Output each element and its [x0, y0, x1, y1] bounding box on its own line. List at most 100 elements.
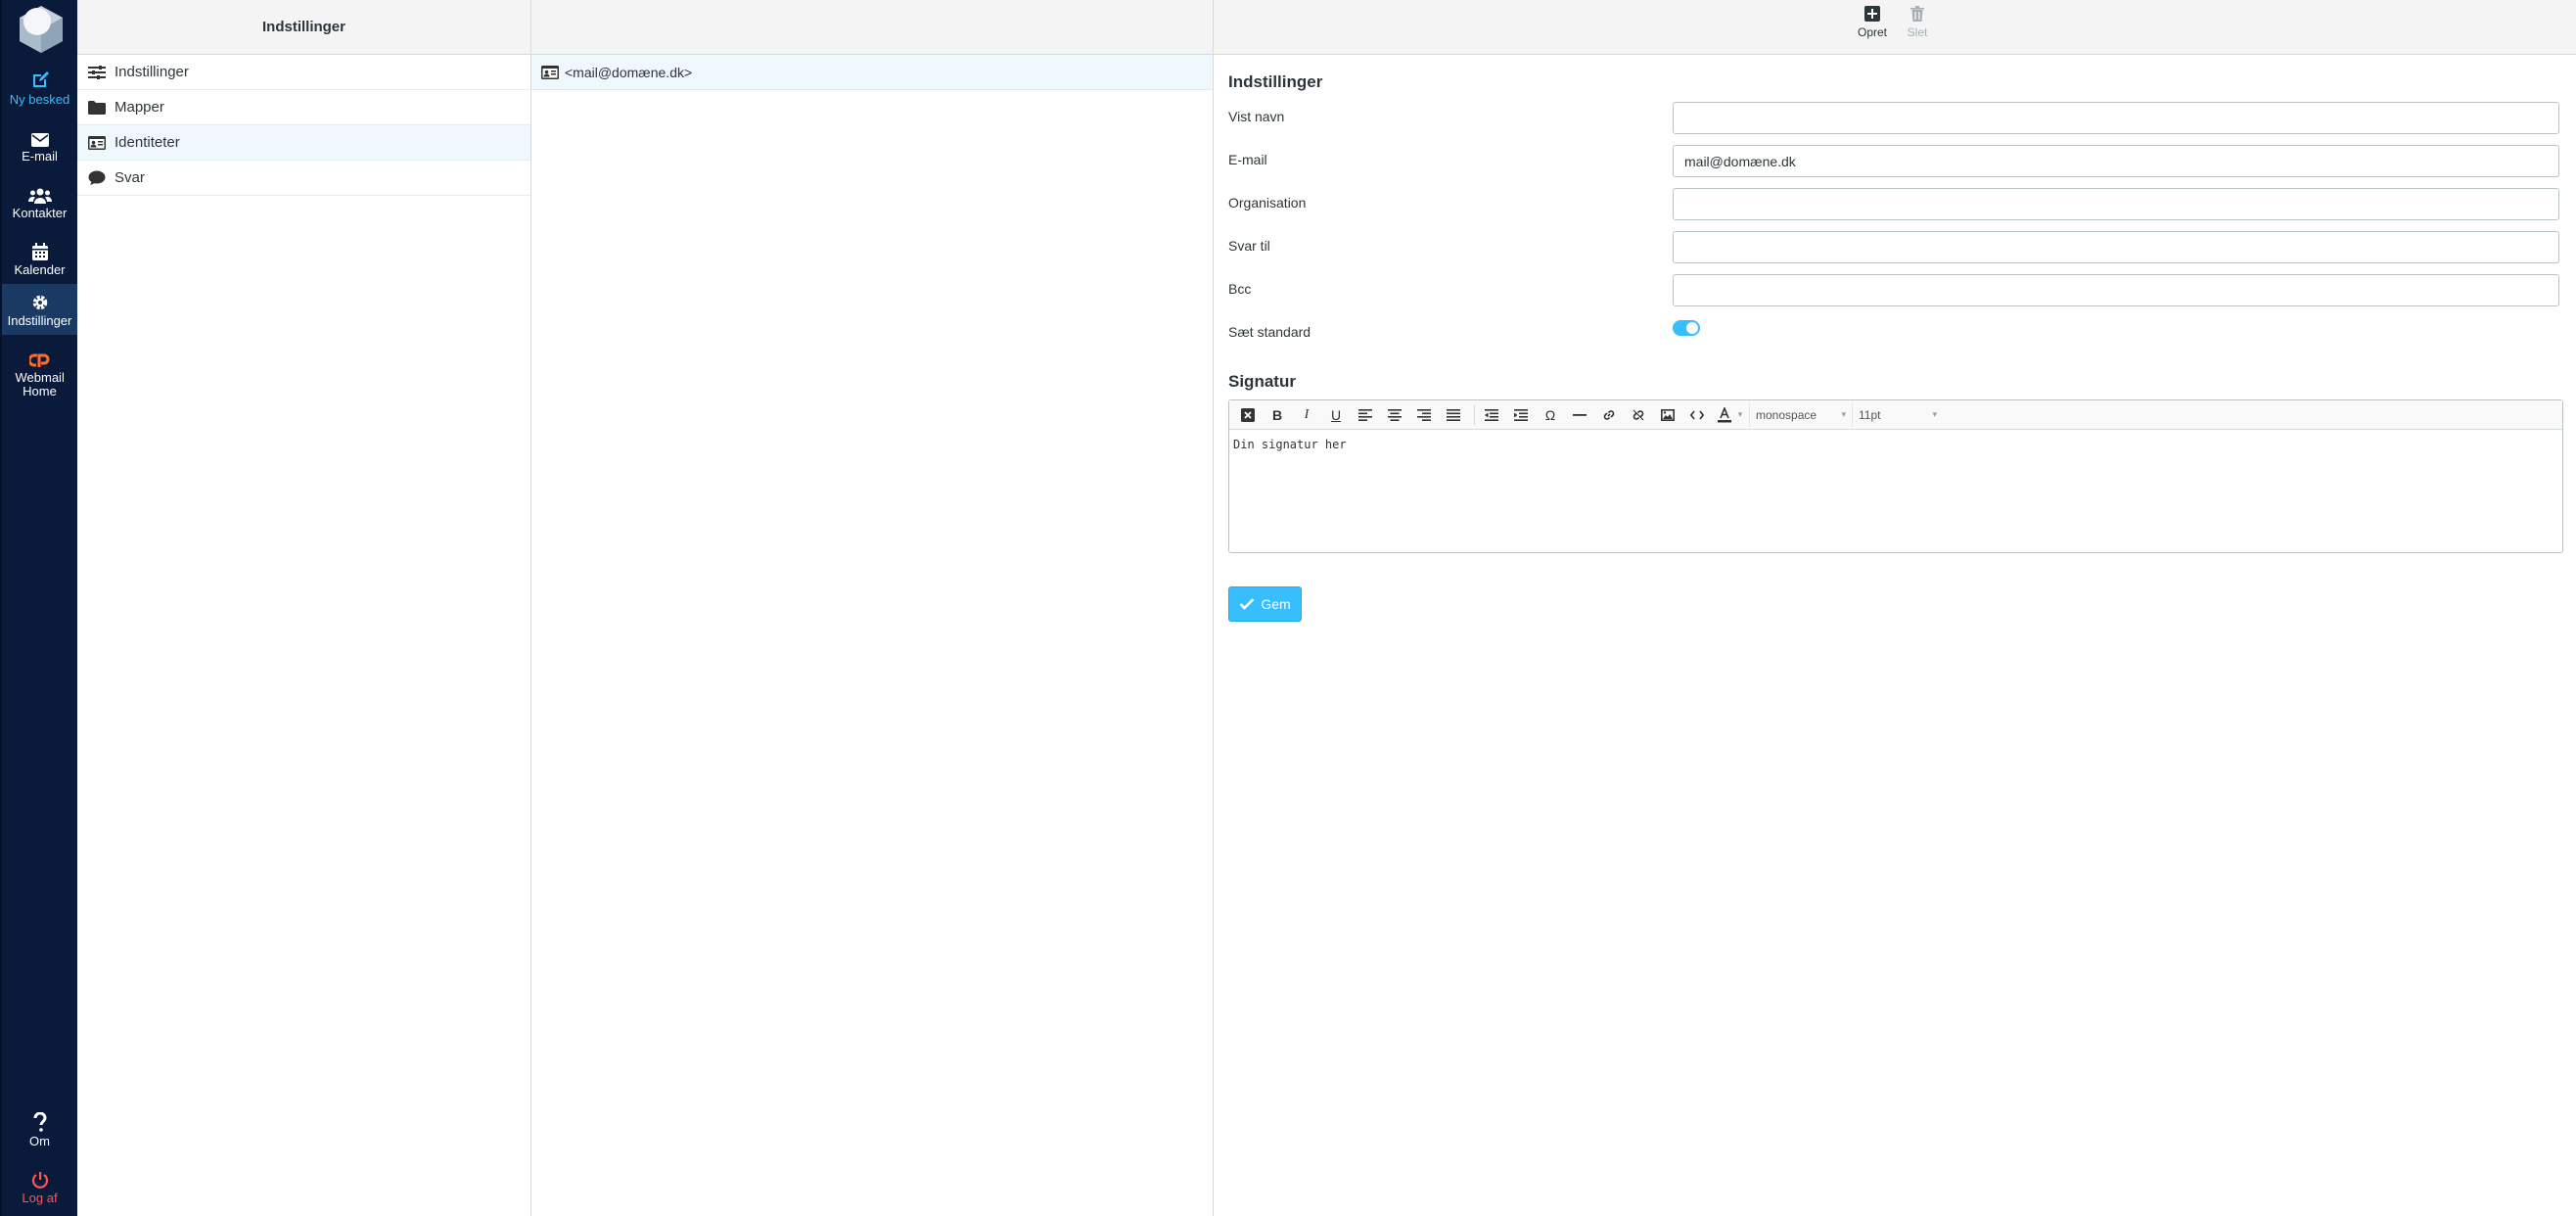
align-center-icon: [1388, 408, 1402, 421]
reply-to-input[interactable]: [1673, 231, 2559, 263]
text-color-button[interactable]: [1714, 403, 1735, 427]
signature-section-title: Signatur: [1228, 372, 1296, 391]
identity-editor-panel: Opret Slet Indstillinger Vist navn E-mai…: [1214, 0, 2576, 1216]
omega-icon: Ω: [1544, 406, 1556, 423]
organization-label: Organisation: [1228, 195, 1307, 210]
image-icon: [1661, 408, 1675, 421]
users-icon: [27, 188, 52, 204]
bold-button[interactable]: B: [1265, 403, 1290, 427]
id-card-icon: [541, 65, 559, 79]
link-button[interactable]: [1596, 403, 1622, 427]
gear-icon: [32, 295, 47, 310]
editor-toolbar: B I U Ω ▾ monospace ▾ 11pt ▾: [1229, 400, 2562, 430]
horizontal-rule-button[interactable]: [1567, 403, 1592, 427]
align-right-button[interactable]: [1411, 403, 1437, 427]
unlink-icon: [1633, 409, 1644, 420]
align-left-icon: [1358, 408, 1372, 421]
check-icon: [1239, 598, 1255, 610]
rail-compose[interactable]: Ny besked: [2, 65, 77, 116]
settings-item-label: Svar: [115, 169, 145, 186]
font-family-select[interactable]: monospace ▾: [1749, 402, 1852, 427]
outdent-icon: [1485, 408, 1498, 421]
font-family-value: monospace: [1756, 407, 1817, 422]
identities-panel: <mail@domæne.dk>: [531, 0, 1214, 1216]
sliders-icon: [88, 65, 106, 79]
link-icon: [1603, 409, 1615, 420]
chevron-down-icon: ▾: [1932, 409, 1937, 419]
align-center-button[interactable]: [1382, 403, 1407, 427]
settings-item-identities[interactable]: Identiteter: [77, 125, 530, 161]
save-label: Gem: [1261, 596, 1291, 612]
save-button[interactable]: Gem: [1228, 586, 1302, 622]
font-size-select[interactable]: 11pt ▾: [1852, 402, 1943, 427]
text-color-dropdown[interactable]: ▾: [1735, 403, 1745, 427]
italic-icon: I: [1304, 406, 1310, 422]
settings-item-label: Indstillinger: [115, 64, 189, 80]
chevron-down-icon: ▾: [1737, 409, 1743, 419]
unlink-button[interactable]: [1626, 403, 1651, 427]
bcc-input[interactable]: [1673, 274, 2559, 306]
horizontal-rule-icon: [1573, 413, 1587, 416]
text-color-icon: [1718, 406, 1731, 422]
rail-webmail-home[interactable]: Webmail Home: [2, 347, 77, 401]
settings-item-folders[interactable]: Mapper: [77, 90, 530, 125]
underline-button[interactable]: U: [1323, 403, 1349, 427]
align-right-icon: [1417, 408, 1431, 421]
rail-logout[interactable]: Log af: [2, 1163, 77, 1214]
email-label: E-mail: [1228, 152, 1267, 167]
rail-contacts[interactable]: Kontakter: [2, 178, 77, 229]
cpanel-icon: [28, 353, 49, 367]
compose-icon: [32, 71, 49, 87]
organization-input[interactable]: [1673, 188, 2559, 220]
font-size-value: 11pt: [1859, 407, 1881, 422]
id-card-icon: [88, 135, 106, 150]
settings-panel-header: Indstillinger: [77, 0, 530, 55]
settings-panel: Indstillinger Indstillinger Mapper Ident…: [77, 0, 531, 1216]
justify-button[interactable]: [1441, 403, 1466, 427]
set-default-label: Sæt standard: [1228, 324, 1311, 340]
comment-icon: [88, 170, 106, 185]
trash-icon: [1910, 6, 1924, 22]
plus-square-icon: [1864, 6, 1880, 22]
settings-item-preferences[interactable]: Indstillinger: [77, 55, 530, 90]
set-default-toggle[interactable]: [1673, 320, 1700, 336]
identity-label: <mail@domæne.dk>: [565, 64, 693, 80]
name-label: Vist navn: [1228, 109, 1285, 124]
indent-button[interactable]: [1508, 403, 1534, 427]
settings-item-responses[interactable]: Svar: [77, 161, 530, 196]
special-char-button[interactable]: Ω: [1538, 403, 1563, 427]
logo-icon: [20, 6, 63, 53]
settings-section-title: Indstillinger: [1228, 72, 1323, 91]
envelope-icon: [30, 133, 49, 147]
settings-item-label: Mapper: [115, 99, 164, 116]
power-icon: [31, 1172, 48, 1189]
rail-settings[interactable]: Indstillinger: [2, 284, 77, 335]
html-mode-button[interactable]: [1235, 403, 1261, 427]
delete-button[interactable]: Slet: [1896, 6, 1939, 39]
indent-icon: [1514, 408, 1528, 421]
source-code-button[interactable]: [1684, 403, 1710, 427]
name-input[interactable]: [1673, 102, 2559, 134]
identities-list: <mail@domæne.dk>: [531, 55, 1213, 90]
italic-button[interactable]: I: [1294, 403, 1319, 427]
signature-text: Din signatur her: [1233, 438, 1347, 451]
signature-editor: B I U Ω ▾ monospace ▾ 11pt ▾ Din signatu…: [1228, 399, 2563, 553]
rail-calendar[interactable]: Kalender: [2, 235, 77, 286]
bcc-label: Bcc: [1228, 281, 1252, 297]
email-input[interactable]: [1673, 145, 2559, 177]
settings-list: Indstillinger Mapper Identiteter Svar: [77, 55, 530, 196]
calendar-icon: [31, 243, 48, 260]
underline-icon: U: [1330, 406, 1342, 423]
signature-text-area[interactable]: Din signatur her: [1229, 430, 2562, 459]
outdent-button[interactable]: [1479, 403, 1504, 427]
rail-email[interactable]: E-mail: [2, 121, 77, 172]
reply-to-label: Svar til: [1228, 238, 1270, 254]
folder-icon: [88, 100, 106, 115]
identity-row[interactable]: <mail@domæne.dk>: [531, 55, 1213, 90]
rail-about[interactable]: Om: [2, 1106, 77, 1157]
justify-icon: [1447, 408, 1460, 421]
chevron-down-icon: ▾: [1841, 409, 1846, 419]
align-left-button[interactable]: [1353, 403, 1378, 427]
create-button[interactable]: Opret: [1851, 6, 1894, 39]
image-button[interactable]: [1655, 403, 1680, 427]
